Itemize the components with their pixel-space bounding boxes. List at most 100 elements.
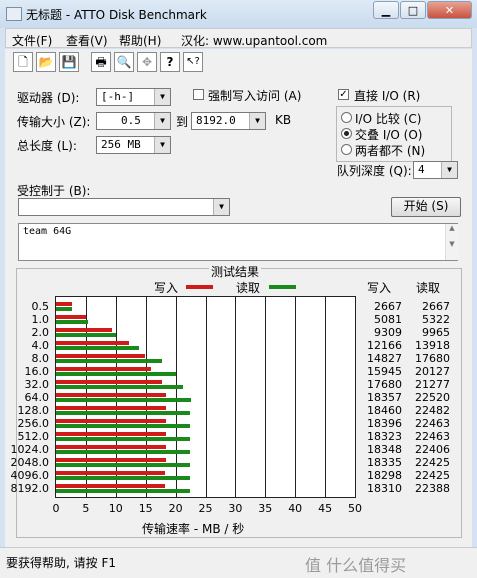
- x-tick-label: 40: [288, 502, 303, 515]
- read-value: 17680: [415, 352, 450, 366]
- y-tick-label: 1024.0: [10, 442, 50, 456]
- x-tick-label: 30: [228, 502, 243, 515]
- x-tick-label: 35: [258, 502, 273, 515]
- read-value: 9965: [422, 326, 450, 340]
- read-value: 13918: [415, 339, 450, 353]
- y-tick-label: 4.0: [31, 339, 50, 353]
- menu-view[interactable]: 查看(V): [66, 32, 108, 49]
- open-icon[interactable]: 📂: [36, 52, 56, 72]
- write-value: 5081: [374, 313, 402, 327]
- y-tick-label: 128.0: [17, 403, 50, 417]
- read-value: 22406: [415, 442, 450, 456]
- write-value: 2667: [374, 300, 402, 314]
- move-icon[interactable]: ✥: [137, 52, 157, 72]
- menu-bar: 文件(F) 查看(V) 帮助(H) 汉化: www.upantool.com: [5, 28, 472, 48]
- read-value: 22388: [415, 481, 450, 495]
- print-preview-icon[interactable]: 🔍: [114, 52, 134, 72]
- write-bar: [56, 367, 152, 372]
- x-tick-label: 0: [52, 502, 60, 515]
- x-tick-label: 50: [348, 502, 362, 515]
- write-bar: [56, 393, 166, 397]
- chart-marks: 0 5 10 15 20 25 30 35 40 45 50 0.5 2667 2667 1.0 5081 53…: [5, 77, 472, 547]
- write-bar: [56, 328, 112, 333]
- write-bar: [56, 483, 166, 488]
- read-bar: [56, 307, 72, 312]
- read-bar: [56, 398, 191, 402]
- read-bar: [56, 385, 184, 390]
- y-tick-label: 2.0: [31, 326, 50, 340]
- read-value: 22425: [415, 468, 450, 482]
- y-tick-label: 16.0: [24, 365, 50, 379]
- read-value: 22520: [415, 391, 450, 404]
- write-bar: [56, 380, 162, 385]
- new-icon[interactable]: 🗋: [13, 52, 33, 72]
- status-text: 要获得帮助, 请按 F1: [6, 556, 116, 570]
- read-value: 22463: [415, 429, 450, 443]
- save-icon[interactable]: 💾: [59, 52, 79, 72]
- x-tick-label: 45: [318, 502, 333, 515]
- menu-localization[interactable]: 汉化: www.upantool.com: [181, 32, 327, 49]
- write-bar: [56, 444, 166, 449]
- write-value: 18348: [367, 442, 402, 456]
- y-tick-label: 4096.0: [10, 468, 50, 482]
- menu-file[interactable]: 文件(F): [12, 32, 52, 49]
- write-bar: [56, 341, 129, 346]
- write-value: 18396: [367, 416, 402, 430]
- y-tick-label: 32.0: [24, 378, 50, 392]
- title-bar: 无标题 - ATTO Disk Benchmark ▁ □ ✕: [0, 0, 477, 28]
- write-bar: [56, 457, 166, 462]
- read-bar: [56, 410, 191, 415]
- write-value: 18323: [367, 429, 402, 443]
- x-tick-label: 15: [138, 502, 153, 515]
- write-value: 18335: [367, 455, 402, 469]
- close-button[interactable]: ✕: [427, 1, 472, 19]
- y-tick-label: 64.0: [24, 391, 50, 404]
- write-bar: [56, 470, 166, 475]
- y-tick-label: 8.0: [31, 352, 50, 366]
- y-tick-label: 1.0: [31, 313, 50, 327]
- app-icon: [6, 7, 22, 21]
- watermark-text: 值 什么值得买: [305, 556, 407, 575]
- read-bar: [56, 436, 191, 441]
- read-value: 5322: [422, 313, 450, 327]
- write-value: 18310: [367, 481, 402, 495]
- write-bar: [56, 431, 166, 436]
- x-tick-label: 20: [168, 502, 183, 515]
- read-value: 20127: [415, 365, 450, 379]
- write-bar: [56, 315, 87, 320]
- write-bar: [56, 302, 72, 307]
- write-bar: [56, 354, 145, 359]
- y-tick-label: 2048.0: [10, 455, 50, 469]
- read-bar: [56, 320, 88, 325]
- print-icon[interactable]: 🖶: [91, 52, 111, 72]
- menu-help[interactable]: 帮助(H): [119, 32, 161, 49]
- read-value: 22482: [415, 403, 450, 417]
- x-axis-label: 传输速率 - MB / 秒: [142, 522, 245, 536]
- read-value: 22425: [415, 455, 450, 469]
- y-tick-label: 0.5: [31, 300, 50, 314]
- context-help-icon[interactable]: ↖?: [183, 52, 203, 72]
- write-value: 15945: [367, 365, 402, 379]
- read-value: 22463: [415, 416, 450, 430]
- write-value: 14827: [367, 352, 402, 366]
- x-tick-label: 25: [198, 502, 213, 515]
- write-value: 12166: [367, 339, 402, 353]
- read-value: 21277: [415, 378, 450, 392]
- write-value: 9309: [374, 326, 402, 340]
- y-tick-label: 256.0: [17, 416, 50, 430]
- minimize-button[interactable]: ▁: [373, 1, 399, 19]
- write-value: 18357: [367, 391, 402, 404]
- help-icon[interactable]: ?: [160, 52, 180, 72]
- x-tick-label: 10: [108, 502, 123, 515]
- write-value: 18460: [367, 403, 402, 417]
- y-tick-label: 512.0: [17, 429, 50, 443]
- y-tick-label: 8192.0: [10, 481, 50, 495]
- read-bar: [56, 333, 116, 338]
- read-bar: [56, 423, 191, 428]
- read-bar: [56, 449, 190, 454]
- read-bar: [56, 488, 190, 493]
- maximize-button[interactable]: □: [400, 1, 426, 19]
- write-bar: [56, 405, 167, 410]
- write-value: 17680: [367, 378, 402, 392]
- read-bar: [56, 372, 177, 377]
